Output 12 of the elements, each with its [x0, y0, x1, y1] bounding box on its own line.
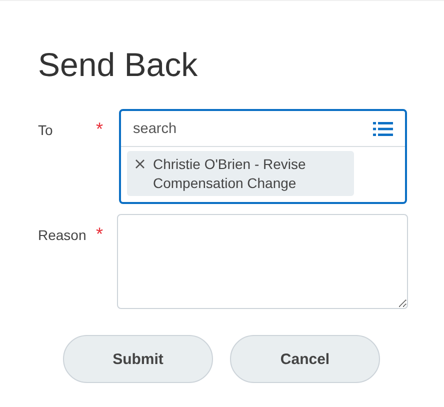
cancel-button[interactable]: Cancel	[230, 335, 380, 384]
recipient-field[interactable]: search Christie O'Brien - Revise Compensation Change	[119, 109, 407, 204]
submit-button[interactable]: Submit	[63, 335, 213, 384]
selected-item-text: Christie O'Brien - Revise Compensation Change	[153, 155, 307, 194]
field-label: To	[38, 121, 54, 138]
required-mark: *	[96, 118, 104, 140]
dialog-title: Send Back	[38, 47, 199, 84]
required-mark: *	[96, 223, 104, 246]
reason-field[interactable]	[117, 214, 408, 310]
field-label: Reason	[38, 226, 88, 244]
list-icon[interactable]	[373, 120, 393, 137]
remove-icon[interactable]	[135, 159, 145, 170]
